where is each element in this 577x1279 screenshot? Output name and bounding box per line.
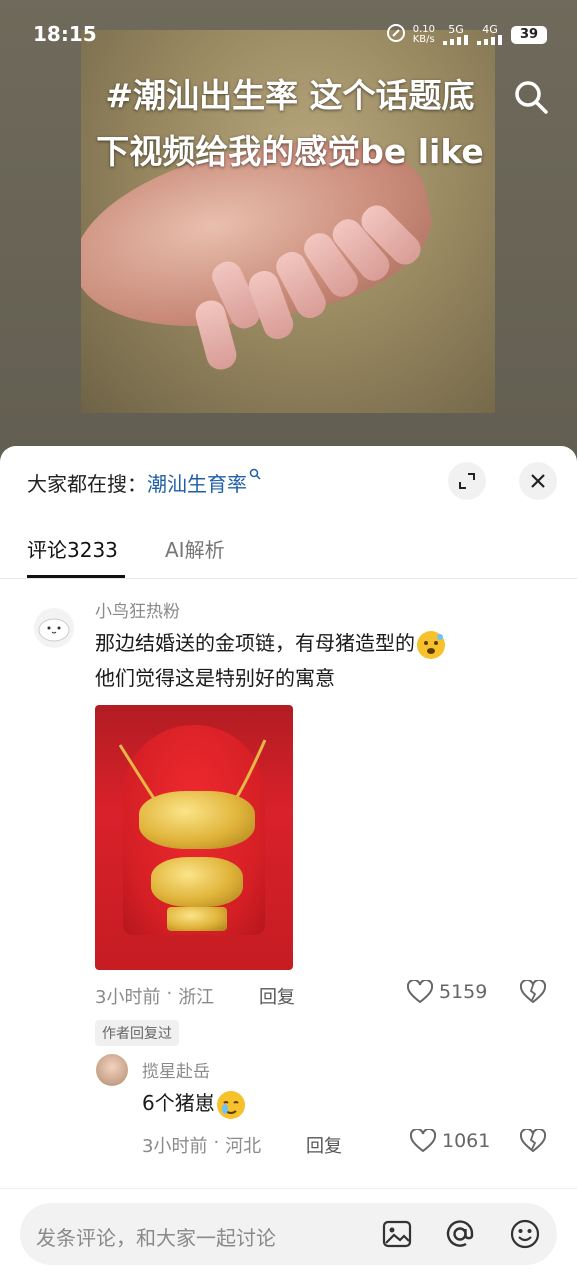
comment-input[interactable]: 发条评论，和大家一起讨论 [20,1203,557,1265]
heart-icon [410,1129,436,1153]
author-replied-badge: 作者回复过 [95,1020,179,1046]
close-icon [531,474,545,488]
hot-search-keyword[interactable]: 潮汕生育率 [147,472,247,496]
status-bar: 18:15 0.10 KB/s 5G 4G 39 [0,0,577,70]
smiley-icon [510,1219,540,1249]
reply-text: 6个猪崽 [142,1086,247,1121]
search-icon [515,81,548,114]
tab-ai-analysis[interactable]: AI解析 [165,534,225,578]
net-speed-value: 0.10 [412,23,435,35]
search-button[interactable] [512,78,550,116]
avatar[interactable] [96,1054,128,1086]
signal-5g-label: 5G [448,22,464,36]
comment-line-1-text: 那边结婚送的金项链，有母猪造型的 [95,631,415,655]
comment-text: 那边结婚送的金项链，有母猪造型的 他们觉得这是特别好的寓意 [95,626,447,696]
signal-5g: 5G [443,22,469,45]
broken-heart-icon [519,1127,547,1153]
comments-sheet: 大家都在搜：潮汕生育率 评论3233 AI解析 小鸟狂热粉 那边结婚送的金项链，… [0,446,577,1279]
battery-icon: 39 [511,25,547,44]
at-icon [446,1220,474,1247]
small-search-icon [249,468,261,480]
gold-pig-pendant-small [151,857,243,907]
meta-dot: · [166,983,173,1004]
reply-username[interactable]: 揽星赴岳 [142,1057,210,1082]
comment-time: 3小时前 [95,987,161,1008]
image-icon [382,1220,412,1248]
comment-tabs: 评论3233 AI解析 [27,534,225,578]
signal-bars-icon [443,34,468,45]
net-speed: 0.10 KB/s [412,23,435,45]
reply-time: 3小时前 [142,1136,208,1157]
comment-image-gold-necklace[interactable] [95,705,293,970]
expand-icon [459,473,475,489]
image-picker-button[interactable] [380,1217,414,1251]
hot-search-bar[interactable]: 大家都在搜：潮汕生育率 [27,468,261,497]
signal-4g: 4G [477,22,503,45]
reply-location: 河北 [225,1136,262,1157]
tabs-divider [0,578,577,579]
emoji-icon [415,629,447,661]
comment-input-placeholder: 发条评论，和大家一起讨论 [36,1226,276,1250]
avatar[interactable] [34,608,74,648]
comment-line-2: 他们觉得这是特别好的寓意 [95,666,335,690]
signal-4g-label: 4G [482,22,498,36]
status-icons: 0.10 KB/s 5G 4G 39 [386,22,547,45]
dislike-button[interactable] [519,1127,547,1155]
status-time: 18:15 [33,22,97,46]
reply-button[interactable]: 回复 [259,983,295,1009]
broken-heart-icon [519,978,547,1004]
tab-comments[interactable]: 评论3233 [27,534,125,578]
like-button[interactable]: 5159 [407,980,487,1004]
signal-bars-icon [477,34,502,45]
comment-meta: 3小时前 · 浙江 [95,983,214,1009]
reply-button[interactable]: 回复 [306,1132,342,1158]
mention-button[interactable] [443,1217,477,1251]
video-caption: #潮汕出生率 这个话题底下视频给我的感觉be like [96,76,484,171]
gold-tassels [167,907,227,931]
net-speed-unit: KB/s [412,33,435,45]
reply-text-content: 6个猪崽 [142,1091,215,1115]
meta-dot: · [213,1132,220,1153]
comment-username[interactable]: 小鸟狂热粉 [95,597,180,622]
like-count: 5159 [439,981,488,1003]
nfc-icon [386,24,405,45]
close-button[interactable] [519,462,557,500]
comment-composer: 发条评论，和大家一起讨论 [0,1188,577,1279]
like-button[interactable]: 1061 [410,1129,490,1153]
heart-icon [407,980,433,1004]
comment-line-1: 那边结婚送的金项链，有母猪造型的 [95,626,447,661]
like-count: 1061 [442,1130,491,1152]
bird-avatar-icon [38,618,70,642]
dislike-button[interactable] [519,978,547,1006]
emoji-icon [215,1089,247,1121]
gold-pig-pendant-large [139,791,255,849]
hot-search-prefix: 大家都在搜： [27,472,147,496]
emoji-button[interactable] [508,1217,542,1251]
comment-location: 浙江 [178,987,215,1008]
reply-meta: 3小时前 · 河北 [142,1132,261,1158]
expand-button[interactable] [448,462,486,500]
